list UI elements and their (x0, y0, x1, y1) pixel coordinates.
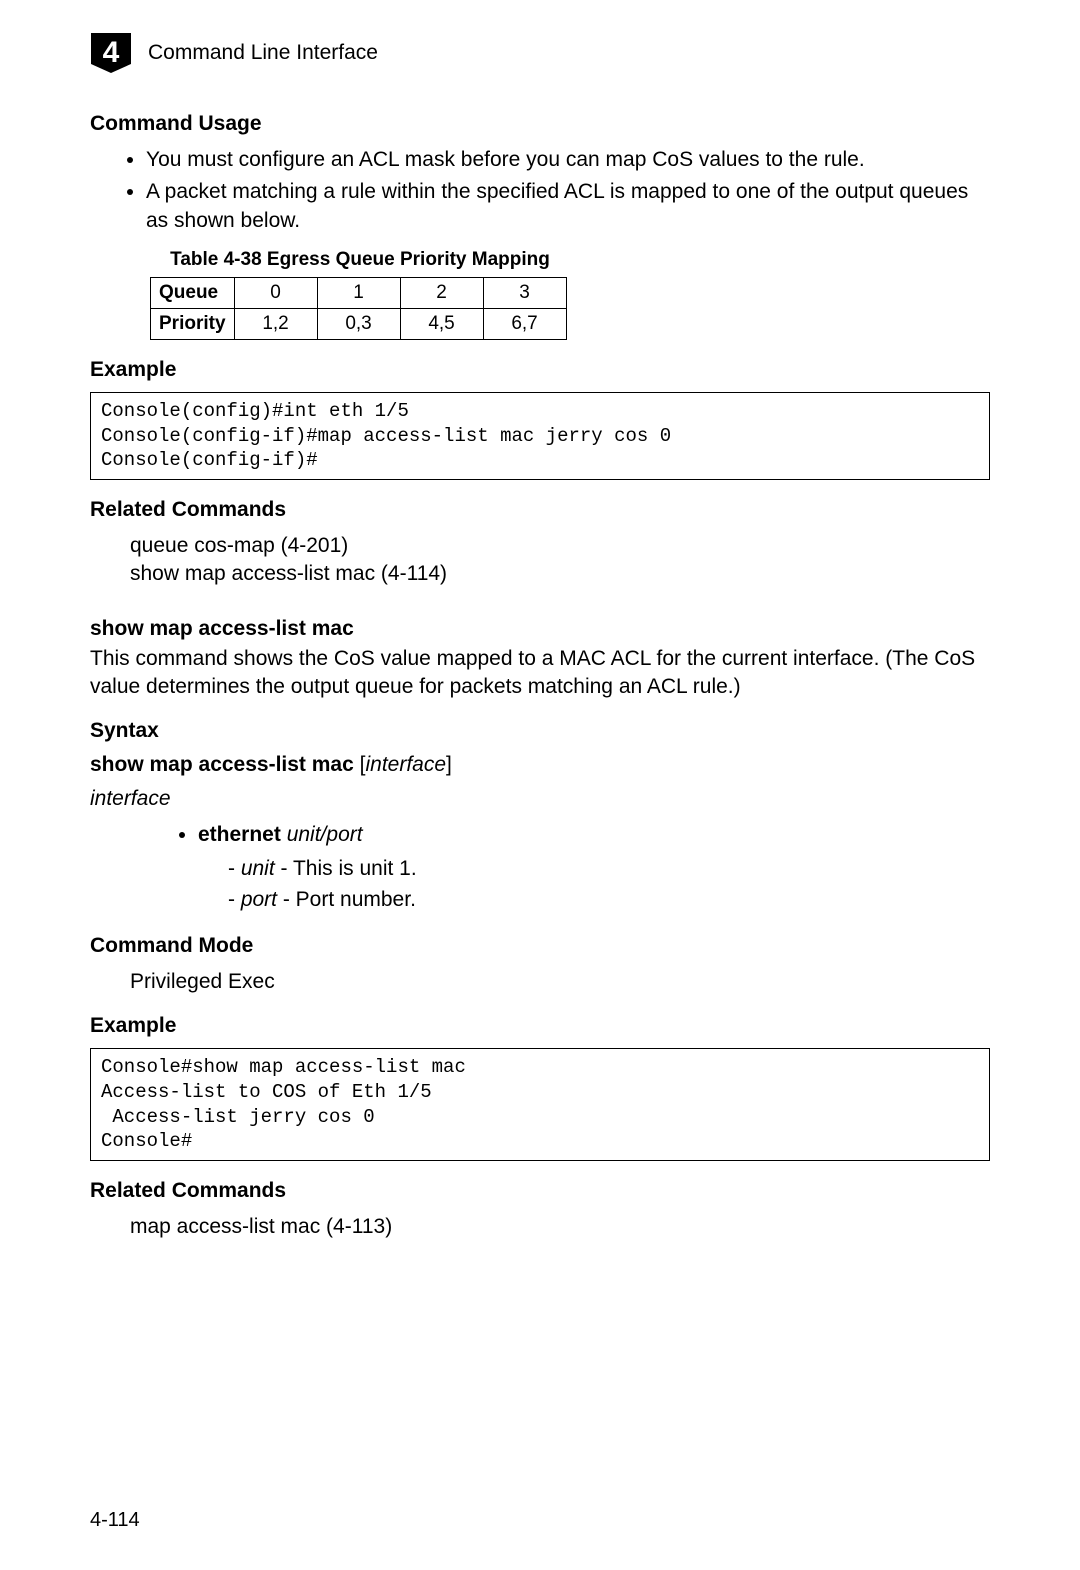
code-block: Console(config)#int eth 1/5 Console(conf… (90, 392, 990, 480)
table-cell: 0 (234, 278, 317, 309)
chapter-number-icon: 4 (90, 32, 132, 74)
table-row: Queue 0 1 2 3 (151, 278, 567, 309)
code-block: Console#show map access-list mac Access-… (90, 1048, 990, 1161)
table-row: Priority 1,2 0,3 4,5 6,7 (151, 309, 567, 340)
dash-list: unit - This is unit 1. port - Port numbe… (198, 853, 990, 916)
list-item: You must configure an ACL mask before yo… (146, 146, 990, 174)
syntax-arg: interface (365, 753, 446, 776)
command-description: This command shows the CoS value mapped … (90, 645, 990, 702)
list-item: A packet matching a rule within the spec… (146, 178, 990, 235)
related-command-line: map access-list mac (4-113) (130, 1213, 990, 1241)
related-command-line: show map access-list mac (4-114) (130, 560, 990, 588)
heading-example: Example (90, 1014, 990, 1038)
syntax-keyword: ethernet (198, 823, 281, 846)
table-cell: 1 (317, 278, 400, 309)
heading-related-commands: Related Commands (90, 498, 990, 522)
table-header-cell: Priority (151, 309, 235, 340)
command-usage-list: You must configure an ACL mask before yo… (90, 146, 990, 235)
syntax-arg: unit (241, 857, 275, 880)
table-cell: 4,5 (400, 309, 483, 340)
dash-item: unit - This is unit 1. (228, 853, 990, 885)
page-header: 4 Command Line Interface (90, 32, 990, 74)
heading-example: Example (90, 358, 990, 382)
header-title: Command Line Interface (148, 41, 378, 65)
heading-show-map-access-list-mac: show map access-list mac (90, 617, 990, 641)
command-mode-value: Privileged Exec (130, 968, 990, 996)
page-number: 4-114 (90, 1509, 140, 1532)
heading-command-mode: Command Mode (90, 934, 990, 958)
list-item: ethernet unit/port unit - This is unit 1… (198, 819, 990, 916)
dash-item: port - Port number. (228, 884, 990, 916)
table-cell: 2 (400, 278, 483, 309)
heading-related-commands: Related Commands (90, 1179, 990, 1203)
syntax-line: show map access-list mac [interface] (90, 753, 990, 777)
dash-desc: - Port number. (277, 888, 416, 911)
syntax-sublist: ethernet unit/port unit - This is unit 1… (90, 819, 990, 916)
svg-text:4: 4 (103, 36, 120, 69)
priority-mapping-table: Queue 0 1 2 3 Priority 1,2 0,3 4,5 6,7 (150, 277, 567, 340)
dash-desc: - This is unit 1. (275, 857, 417, 880)
table-cell: 0,3 (317, 309, 400, 340)
table-caption: Table 4-38 Egress Queue Priority Mapping (150, 249, 570, 271)
heading-syntax: Syntax (90, 719, 990, 743)
syntax-keyword: show map access-list mac (90, 753, 354, 776)
page: 4 Command Line Interface Command Usage Y… (0, 0, 1080, 1570)
related-command-line: queue cos-map (4-201) (130, 532, 990, 560)
syntax-arg: unit/port (287, 823, 363, 846)
interface-label: interface (90, 787, 990, 811)
table-header-cell: Queue (151, 278, 235, 309)
syntax-arg: port (241, 888, 277, 911)
heading-command-usage: Command Usage (90, 112, 990, 136)
bracket-close: ] (446, 753, 452, 776)
table-cell: 1,2 (234, 309, 317, 340)
table-cell: 3 (483, 278, 566, 309)
table-cell: 6,7 (483, 309, 566, 340)
